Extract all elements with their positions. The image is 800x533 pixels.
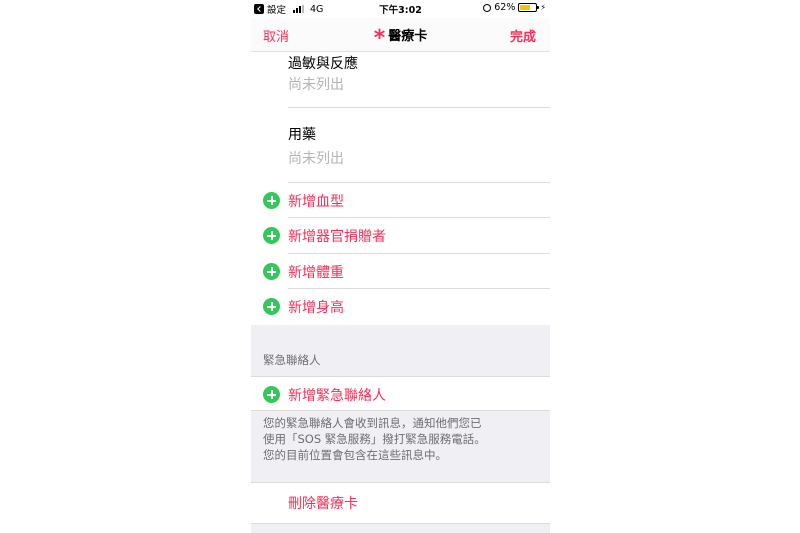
add-weight-label[interactable]: 新增體重 <box>288 262 344 282</box>
battery-icon <box>518 3 540 12</box>
emergency-contacts-header: 緊急聯絡人 <box>263 353 321 367</box>
delete-medical-id-button[interactable]: 刪除醫療卡 <box>288 493 358 513</box>
delete-section: 刪除醫療卡 <box>251 483 550 523</box>
add-circle-icon[interactable] <box>263 386 280 403</box>
add-height-row[interactable]: 新增身高 <box>251 289 550 324</box>
page-title: * 醫療卡 <box>251 25 550 50</box>
charging-icon: ⚡ <box>540 3 546 12</box>
add-height-label[interactable]: 新增身高 <box>288 297 344 317</box>
medications-value[interactable]: 尚未列出 <box>288 148 344 168</box>
add-circle-icon[interactable] <box>263 192 280 209</box>
footer-line: 您的目前位置會包含在這些訊息中。 <box>263 448 447 462</box>
add-emergency-contact-row[interactable]: 新增緊急聯絡人 <box>251 377 550 412</box>
separator <box>288 107 550 108</box>
add-organ-donor-label[interactable]: 新增器官捐贈者 <box>288 226 386 246</box>
phone-screen: 設定 4G 下午3:02 62% ⚡ 取消 * 醫療卡 完成 過敏與反應 尚未列出… <box>251 0 550 533</box>
allergies-label: 過敏與反應 <box>288 56 358 72</box>
footer-line: 您的緊急聯絡人會收到訊息，通知他們您已 <box>263 416 482 430</box>
add-circle-icon[interactable] <box>263 227 280 244</box>
add-organ-donor-row[interactable]: 新增器官捐贈者 <box>251 218 550 253</box>
footer-line: 使用「SOS 緊急服務」撥打緊急服務電話。 <box>263 432 486 446</box>
add-blood-type-row[interactable]: 新增血型 <box>251 183 550 218</box>
status-bar: 設定 4G 下午3:02 62% ⚡ <box>251 0 550 18</box>
medications-label: 用藥 <box>288 127 316 143</box>
emergency-footer-text: 您的緊急聯絡人會收到訊息，通知他們您已 使用「SOS 緊急服務」撥打緊急服務電話… <box>263 415 543 463</box>
allergies-value[interactable]: 尚未列出 <box>288 74 344 94</box>
status-right: 62% ⚡ <box>483 2 546 13</box>
page-title-text: 醫療卡 <box>388 29 428 44</box>
battery-percent: 62% <box>494 2 516 13</box>
add-circle-icon[interactable] <box>263 263 280 280</box>
emergency-footer-band: 您的緊急聯絡人會收到訊息，通知他們您已 使用「SOS 緊急服務」撥打緊急服務電話… <box>251 411 550 482</box>
done-button[interactable]: 完成 <box>510 26 536 45</box>
alarm-icon <box>483 3 492 12</box>
emergency-contacts-section: 新增緊急聯絡人 <box>251 377 550 411</box>
emergency-header-band: 緊急聯絡人 <box>251 325 550 377</box>
add-weight-row[interactable]: 新增體重 <box>251 254 550 289</box>
medical-id-asterisk-icon: * <box>373 26 386 51</box>
add-blood-type-label[interactable]: 新增血型 <box>288 191 344 211</box>
navigation-bar: 取消 * 醫療卡 完成 <box>251 18 550 52</box>
medical-info-section: 過敏與反應 尚未列出 用藥 尚未列出 新增血型 新增器官捐贈者 新增體重 新增身… <box>251 53 550 325</box>
bottom-band <box>251 524 550 533</box>
add-circle-icon[interactable] <box>263 298 280 315</box>
add-emergency-contact-label[interactable]: 新增緊急聯絡人 <box>288 385 386 405</box>
